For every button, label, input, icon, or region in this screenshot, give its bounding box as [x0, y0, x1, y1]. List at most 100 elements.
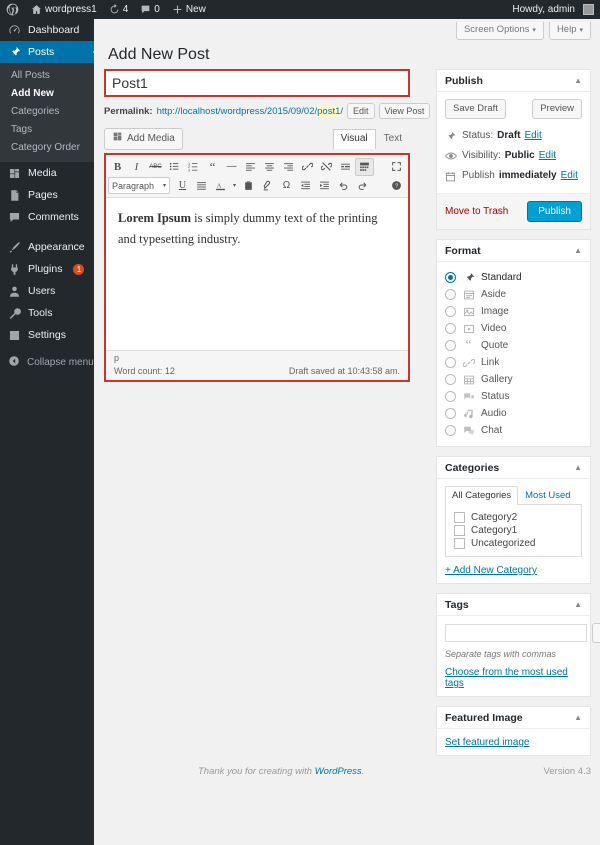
fullscreen-icon[interactable]: [387, 158, 406, 176]
clear-formatting-icon[interactable]: [258, 177, 277, 195]
link-icon[interactable]: [298, 158, 317, 176]
edit-visibility-link[interactable]: Edit: [539, 149, 556, 163]
save-draft-button[interactable]: Save Draft: [445, 99, 506, 119]
format-option-aside[interactable]: Aside: [445, 286, 582, 303]
tab-most-used[interactable]: Most Used: [518, 486, 577, 505]
radio-video[interactable]: [445, 323, 456, 334]
strikethrough-icon[interactable]: ABC: [146, 158, 165, 176]
special-character-icon[interactable]: Ω: [277, 177, 296, 195]
move-to-trash-link[interactable]: Move to Trash: [445, 206, 508, 217]
category-checkbox[interactable]: [454, 512, 465, 523]
submenu-item-all-posts[interactable]: All Posts: [0, 67, 94, 85]
bold-icon[interactable]: B: [108, 158, 127, 176]
horizontal-rule-icon[interactable]: —: [222, 158, 241, 176]
sidebar-item-pages[interactable]: Pages: [0, 184, 94, 206]
post-title-input[interactable]: [106, 71, 408, 95]
view-post-button[interactable]: View Post: [379, 103, 431, 119]
submenu-item-categories[interactable]: Categories: [0, 103, 94, 121]
radio-link[interactable]: [445, 357, 456, 368]
category-item[interactable]: Category2: [454, 511, 573, 524]
redo-icon[interactable]: [353, 177, 372, 195]
tab-visual[interactable]: Visual: [333, 129, 376, 149]
indent-icon[interactable]: [315, 177, 334, 195]
outdent-icon[interactable]: [296, 177, 315, 195]
chevron-up-icon[interactable]: ▲: [574, 713, 582, 722]
category-checkbox[interactable]: [454, 538, 465, 549]
radio-image[interactable]: [445, 306, 456, 317]
my-account-menu[interactable]: Howdy, admin: [506, 0, 600, 19]
radio-chat[interactable]: [445, 425, 456, 436]
justify-icon[interactable]: [192, 177, 211, 195]
paste-as-text-icon[interactable]: [239, 177, 258, 195]
sidebar-item-appearance[interactable]: Appearance: [0, 236, 94, 258]
collapse-menu-button[interactable]: Collapse menu: [0, 352, 94, 372]
edit-schedule-link[interactable]: Edit: [561, 169, 578, 183]
add-tag-button[interactable]: Add: [592, 623, 600, 643]
sidebar-item-users[interactable]: Users: [0, 280, 94, 302]
edit-permalink-button[interactable]: Edit: [347, 103, 375, 119]
text-color-dropdown-icon[interactable]: ▾: [230, 177, 239, 195]
format-option-video[interactable]: Video: [445, 320, 582, 337]
format-option-quote[interactable]: “ Quote: [445, 337, 582, 354]
format-option-standard[interactable]: Standard: [445, 269, 582, 286]
radio-gallery[interactable]: [445, 374, 456, 385]
bullet-list-icon[interactable]: [165, 158, 184, 176]
site-name-menu[interactable]: wordpress1: [25, 0, 103, 19]
format-option-status[interactable]: Status: [445, 388, 582, 405]
radio-audio[interactable]: [445, 408, 456, 419]
chevron-up-icon[interactable]: ▲: [574, 600, 582, 609]
sidebar-item-tools[interactable]: Tools: [0, 302, 94, 324]
sidebar-item-settings[interactable]: Settings: [0, 324, 94, 346]
sidebar-item-media[interactable]: Media: [0, 162, 94, 184]
submenu-item-tags[interactable]: Tags: [0, 121, 94, 139]
tab-text[interactable]: Text: [376, 129, 410, 149]
radio-aside[interactable]: [445, 289, 456, 300]
wp-logo-menu[interactable]: [0, 0, 25, 19]
kitchen-sink-toggle-icon[interactable]: [355, 158, 374, 176]
keyboard-shortcuts-help-icon[interactable]: ?: [387, 177, 406, 195]
align-left-icon[interactable]: [241, 158, 260, 176]
tab-all-categories[interactable]: All Categories: [445, 486, 518, 505]
format-option-audio[interactable]: Audio: [445, 405, 582, 422]
format-option-link[interactable]: Link: [445, 354, 582, 371]
edit-status-link[interactable]: Edit: [524, 129, 541, 143]
most-used-tags-link[interactable]: Choose from the most used tags: [445, 667, 582, 689]
screen-options-button[interactable]: Screen Options▾: [456, 22, 544, 40]
wordpress-link[interactable]: WordPress: [315, 766, 362, 777]
align-center-icon[interactable]: [260, 158, 279, 176]
category-checkbox[interactable]: [454, 525, 465, 536]
category-item[interactable]: Category1: [454, 524, 573, 537]
new-content-menu[interactable]: New: [166, 0, 212, 19]
blockquote-icon[interactable]: “: [203, 158, 222, 176]
format-option-gallery[interactable]: Gallery: [445, 371, 582, 388]
text-color-icon[interactable]: A: [211, 177, 230, 195]
radio-standard[interactable]: [445, 272, 456, 283]
updates-menu[interactable]: 4: [103, 0, 135, 19]
sidebar-item-posts[interactable]: Posts: [0, 41, 94, 63]
preview-button[interactable]: Preview: [532, 99, 582, 119]
undo-icon[interactable]: [334, 177, 353, 195]
radio-quote[interactable]: [445, 340, 456, 351]
underline-icon[interactable]: U: [173, 177, 192, 195]
publish-button[interactable]: Publish: [527, 201, 582, 222]
sidebar-item-comments[interactable]: Comments: [0, 206, 94, 228]
numbered-list-icon[interactable]: 123: [184, 158, 203, 176]
permalink-value[interactable]: http://localhost/wordpress/2015/09/02/po…: [157, 106, 343, 117]
submenu-item-category-order[interactable]: Category Order: [0, 139, 94, 157]
tag-input[interactable]: [445, 624, 587, 642]
sidebar-item-plugins[interactable]: Plugins 1: [0, 258, 94, 280]
submenu-item-add-new[interactable]: Add New: [0, 85, 94, 103]
format-select[interactable]: Paragraph ▾: [108, 177, 170, 194]
add-new-category-link[interactable]: + Add New Category: [445, 565, 582, 576]
category-item[interactable]: Uncategorized: [454, 537, 573, 550]
format-option-chat[interactable]: Chat: [445, 422, 582, 439]
align-right-icon[interactable]: [279, 158, 298, 176]
chevron-up-icon[interactable]: ▲: [574, 76, 582, 85]
chevron-up-icon[interactable]: ▲: [574, 463, 582, 472]
sidebar-item-dashboard[interactable]: Dashboard: [0, 19, 94, 41]
set-featured-image-link[interactable]: Set featured image: [445, 737, 530, 748]
add-media-button[interactable]: Add Media: [104, 128, 183, 150]
post-content-editor[interactable]: Lorem Ipsum is simply dummy text of the …: [106, 198, 408, 350]
comments-menu[interactable]: 0: [134, 0, 166, 19]
chevron-up-icon[interactable]: ▲: [574, 246, 582, 255]
